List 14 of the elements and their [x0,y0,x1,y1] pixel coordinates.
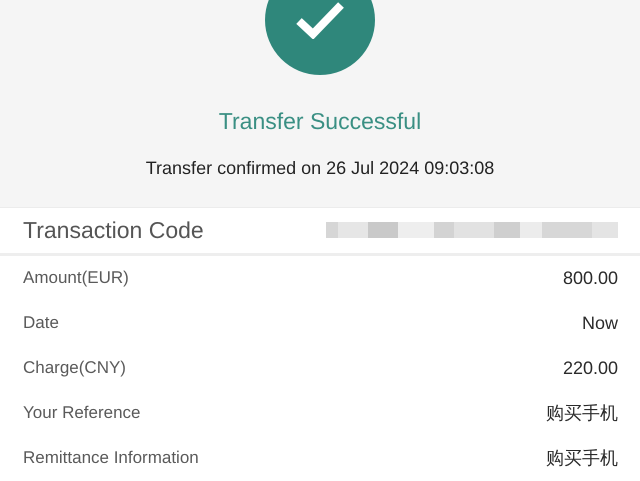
detail-value: 800.00 [562,268,618,289]
detail-value: 220.00 [562,358,618,379]
checkmark-icon [295,1,345,39]
status-title: Transfer Successful [218,107,422,135]
confirmation-message: Transfer confirmed on 26 Jul 2024 09:03:08 [146,157,494,179]
detail-value: Now [582,312,618,334]
detail-label: Charge(CNY) [23,358,126,378]
detail-value: 购买手机 [546,402,618,426]
detail-label: Your Reference [23,403,141,424]
detail-label: Transaction Code [23,216,204,244]
detail-label: Date [23,313,59,334]
detail-label: Amount(EUR) [23,268,129,288]
detail-label: Remittance Information [23,448,199,468]
detail-value: 购买手机 [546,447,618,470]
